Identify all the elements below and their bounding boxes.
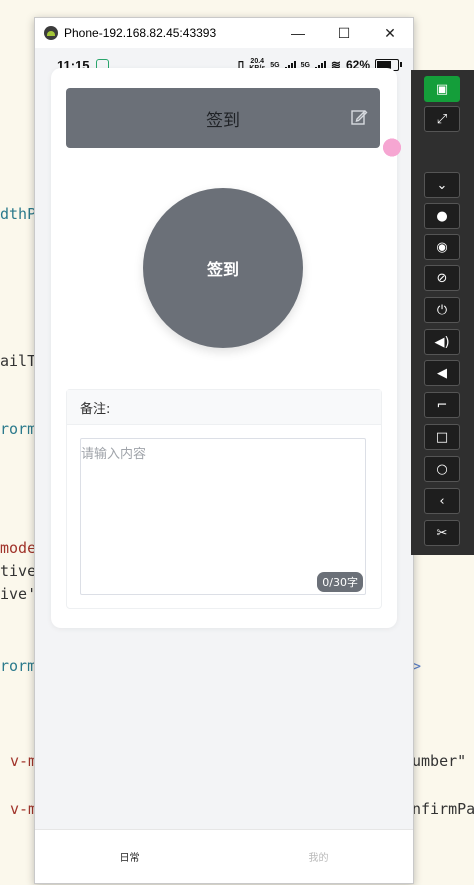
control-panel: ▣ ⤢ ⌄ ● ◉ ⊘ ⏻ ◀) ◀ ⌐ □ ○ ‹ ✂ <box>411 70 474 555</box>
tab-daily[interactable]: 日常 <box>35 830 224 883</box>
volume-down-icon[interactable]: ◀ <box>424 360 460 386</box>
eye-icon[interactable]: ◉ <box>424 234 460 260</box>
close-button[interactable]: ✕ <box>367 25 413 42</box>
crop-icon[interactable]: ⌐ <box>424 392 460 418</box>
volume-up-icon[interactable]: ◀) <box>424 329 460 355</box>
bg-code-7: rorm <box>0 657 37 675</box>
window-title: Phone-192.168.82.45:43393 <box>64 26 217 40</box>
remark-section: 备注: 请输入内容 0/30字 <box>66 389 382 609</box>
checkin-button-label: 签到 <box>206 260 239 279</box>
checkin-header: 签到 <box>66 88 380 148</box>
bg-code-2: ailT <box>0 352 37 370</box>
android-app-icon <box>44 26 58 40</box>
record-icon[interactable]: ● <box>424 203 460 229</box>
square-icon[interactable]: □ <box>424 424 460 450</box>
bottom-tab-bar: 日常 我的 <box>35 829 413 883</box>
bg-code-11: nfirmPa <box>412 800 474 818</box>
remark-label: 备注: <box>67 390 381 425</box>
minimize-button[interactable]: — <box>275 25 321 41</box>
edit-icon[interactable] <box>350 108 368 126</box>
back-icon[interactable]: ‹ <box>424 488 460 514</box>
bg-code-9: umber" <box>412 752 467 770</box>
bg-code-6: ive' <box>0 585 37 603</box>
fullscreen-icon[interactable]: ⤢ <box>424 106 460 132</box>
power-icon[interactable]: ⏻ <box>424 297 460 323</box>
checkin-button[interactable]: 签到 <box>143 188 303 348</box>
bg-code-5: tive <box>0 562 37 580</box>
tab-mine[interactable]: 我的 <box>224 830 413 883</box>
char-counter: 0/30字 <box>317 572 363 592</box>
remark-textarea[interactable]: 请输入内容 0/30字 <box>80 438 366 595</box>
bg-code-1: dthP <box>0 205 37 223</box>
remark-placeholder: 请输入内容 <box>81 447 147 462</box>
checkin-card: 签到 签到 备注: 请输入内容 0/30字 <box>51 68 397 628</box>
bg-code-4: mode <box>0 539 37 557</box>
window-titlebar[interactable]: Phone-192.168.82.45:43393 — ☐ ✕ <box>35 18 413 48</box>
phone-window: Phone-192.168.82.45:43393 — ☐ ✕ 11:15 ▯ … <box>34 17 414 884</box>
maximize-button[interactable]: ☐ <box>321 25 367 42</box>
eye-off-icon[interactable]: ⊘ <box>424 265 460 291</box>
checkin-header-title: 签到 <box>206 110 240 131</box>
expand-icon[interactable]: ⌄ <box>424 172 460 198</box>
mascot-sticker <box>377 131 407 161</box>
scissors-icon[interactable]: ✂ <box>424 520 460 546</box>
circle-icon[interactable]: ○ <box>424 456 460 482</box>
bg-code-3: rorm <box>0 420 37 438</box>
android-icon[interactable]: ▣ <box>424 76 460 102</box>
